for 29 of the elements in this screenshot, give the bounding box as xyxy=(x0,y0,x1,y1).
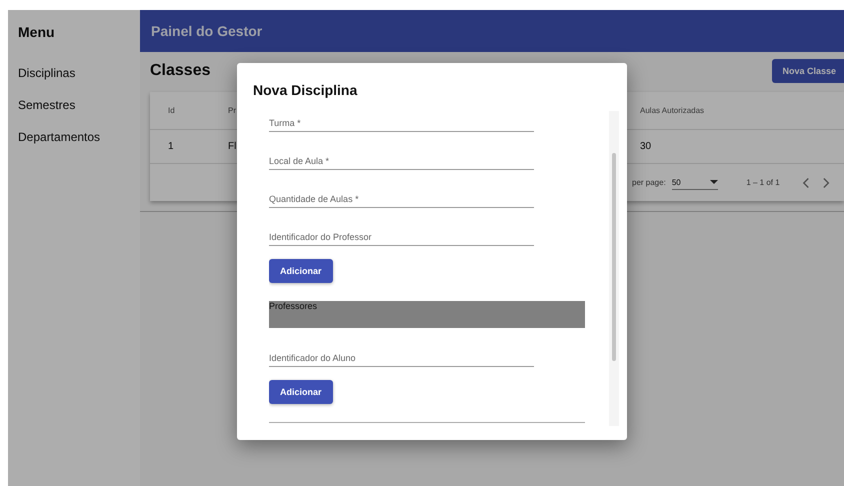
dialog-title: Nova Disciplina xyxy=(252,81,358,100)
caret-icon xyxy=(710,180,718,184)
scrollbar[interactable] xyxy=(609,111,619,426)
input-field[interactable]: Identificador do Professor xyxy=(269,225,534,246)
page-title: Classes xyxy=(150,62,210,80)
next-page-icon[interactable] xyxy=(822,176,830,188)
input-field[interactable]: Local de Aula * xyxy=(269,149,534,170)
column-header: Aulas Autorizadas xyxy=(640,106,704,115)
table-cell: Fl xyxy=(228,141,236,152)
input-field[interactable]: Turma * xyxy=(269,111,534,132)
column-header: Pr xyxy=(228,106,236,115)
add-button[interactable]: Adicionar xyxy=(269,259,333,283)
page-range: 1 – 1 of 1 xyxy=(746,178,780,187)
column-header: Id xyxy=(168,106,175,115)
input-field[interactable]: Quantidade de Aulas * xyxy=(269,187,534,208)
sidebar-item[interactable]: Departamentos xyxy=(18,130,130,144)
new-class-button[interactable]: Nova Classe xyxy=(772,58,844,82)
input-field[interactable]: Identificador do Aluno xyxy=(269,346,534,367)
list-title: Professores xyxy=(269,301,318,311)
rows-per-page-select[interactable]: 50 xyxy=(672,176,718,190)
table-cell: 30 xyxy=(640,141,652,152)
previous-page-icon[interactable] xyxy=(802,176,809,188)
rows-per-page-label: per page: xyxy=(632,178,666,187)
menu-title: Menu xyxy=(18,24,56,40)
sidebar-item[interactable]: Semestres xyxy=(18,98,130,112)
add-button[interactable]: Adicionar xyxy=(269,380,333,404)
table-cell: 1 xyxy=(168,141,174,152)
header-title: Painel do Gestor xyxy=(151,23,262,39)
sidebar-item[interactable]: Disciplinas xyxy=(18,66,130,80)
